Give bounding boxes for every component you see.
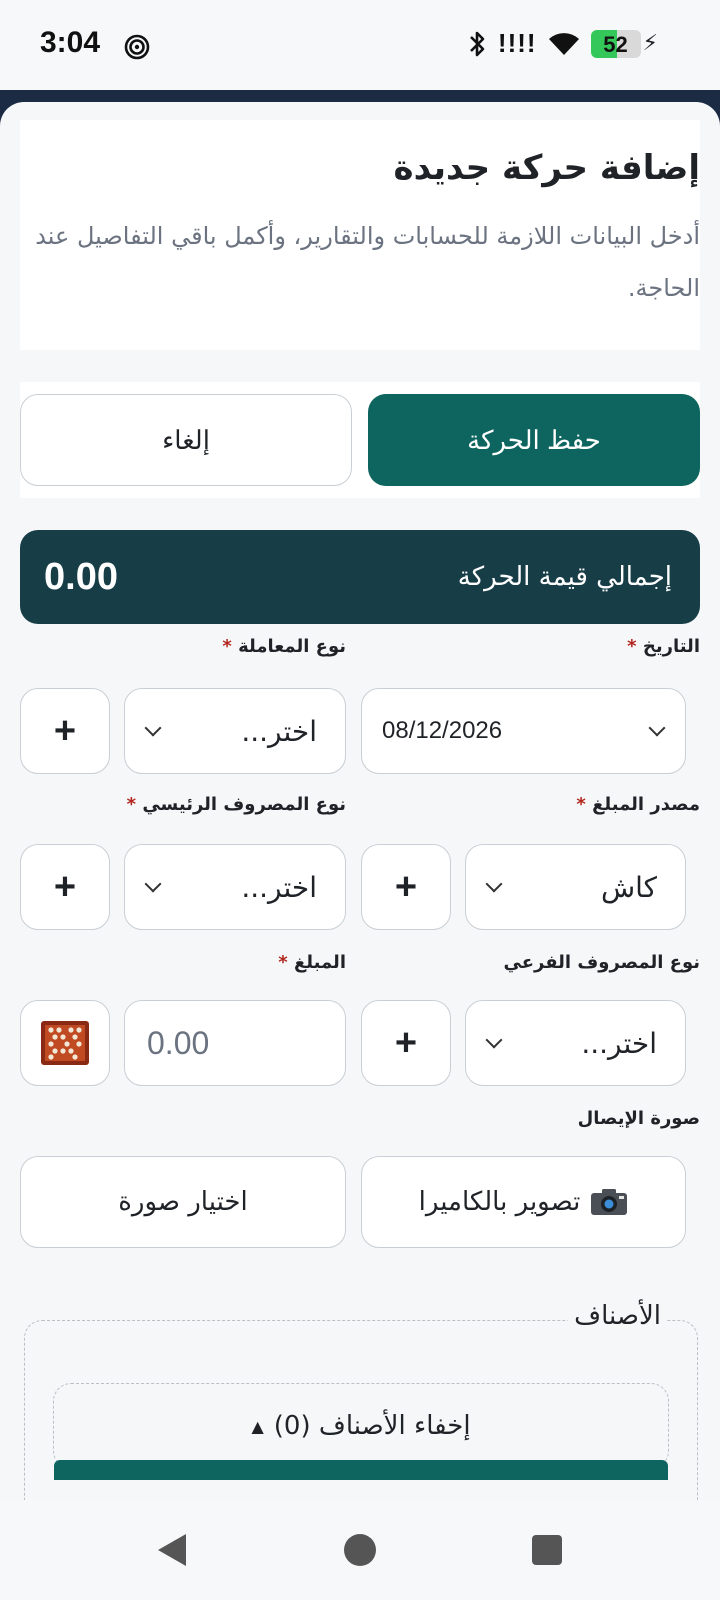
transaction-type-value: اختر... bbox=[241, 714, 317, 748]
total-label: إجمالي قيمة الحركة bbox=[457, 562, 672, 592]
receipt-label: صورة الإيصال bbox=[577, 1108, 700, 1129]
add-main-expense-type-button[interactable]: + bbox=[20, 844, 110, 930]
chevron-down-icon bbox=[485, 1031, 503, 1049]
date-field[interactable]: 08/12/2026 bbox=[361, 688, 686, 774]
amount-source-select[interactable]: كاش bbox=[465, 844, 686, 930]
amount-placeholder: 0.00 bbox=[147, 1024, 210, 1061]
date-value: 08/12/2026 bbox=[382, 717, 503, 744]
main-expense-type-label: نوع المصروف الرئيسي * bbox=[126, 794, 346, 815]
signal-indicator: !!!! bbox=[497, 28, 537, 58]
total-card: 0.00 إجمالي قيمة الحركة bbox=[20, 530, 700, 624]
recents-icon[interactable] bbox=[532, 1535, 562, 1565]
header-card: إضافة حركة جديدة أدخل البيانات اللازمة ل… bbox=[20, 120, 700, 350]
battery-text: 52 bbox=[603, 31, 628, 57]
main-expense-type-select[interactable]: اختر... bbox=[124, 844, 346, 930]
page-subtitle: أدخل البيانات اللازمة للحسابات والتقارير… bbox=[35, 222, 700, 302]
spiral-icon bbox=[124, 34, 150, 60]
home-icon[interactable] bbox=[344, 1534, 376, 1566]
cancel-button[interactable]: إلغاء bbox=[20, 394, 352, 486]
sub-expense-type-label: نوع المصروف الفرعي bbox=[503, 952, 701, 973]
page-title: إضافة حركة جديدة bbox=[393, 148, 701, 188]
add-item-button[interactable] bbox=[54, 1460, 668, 1480]
chevron-up-icon: ▲ bbox=[251, 1416, 264, 1436]
sub-expense-type-select[interactable]: اختر... bbox=[465, 1000, 686, 1086]
total-amount: 0.00 bbox=[44, 555, 118, 598]
toggle-items-button[interactable]: إخفاء الأصناف (0) ▲ bbox=[53, 1383, 669, 1469]
chevron-down-icon bbox=[144, 719, 162, 737]
transaction-type-select[interactable]: اختر... bbox=[124, 688, 346, 774]
sub-expense-type-value: اختر... bbox=[581, 1026, 657, 1060]
calculator-button[interactable] bbox=[20, 1000, 110, 1086]
add-transaction-sheet: إضافة حركة جديدة أدخل البيانات اللازمة ل… bbox=[0, 102, 720, 1502]
add-sub-expense-type-button[interactable]: + bbox=[361, 1000, 451, 1086]
add-transaction-type-button[interactable]: + bbox=[20, 688, 110, 774]
camera-capture-label: تصوير بالكاميرا bbox=[418, 1187, 581, 1217]
action-bar: حفظ الحركة إلغاء bbox=[20, 382, 700, 498]
add-amount-source-button[interactable]: + bbox=[361, 844, 451, 930]
bluetooth-icon bbox=[469, 31, 485, 56]
transaction-type-label: نوع المعاملة * bbox=[222, 636, 346, 657]
amount-input[interactable]: 0.00 bbox=[124, 1000, 346, 1086]
pick-image-button[interactable]: اختيار صورة bbox=[20, 1156, 346, 1248]
wifi-icon bbox=[548, 32, 579, 55]
system-nav-bar bbox=[0, 1500, 720, 1600]
chevron-down-icon bbox=[144, 875, 162, 893]
amount-label: المبلغ * bbox=[278, 952, 346, 973]
chevron-down-icon bbox=[648, 719, 666, 737]
amount-source-label: مصدر المبلغ * bbox=[576, 794, 700, 815]
charging-icon: ⚡ bbox=[642, 31, 658, 56]
battery-indicator: 52 ⚡ bbox=[590, 29, 658, 58]
camera-icon bbox=[591, 1189, 628, 1215]
abacus-icon bbox=[41, 1021, 89, 1065]
date-label: التاريخ * bbox=[627, 636, 700, 657]
toggle-items-label: إخفاء الأصناف (0) bbox=[273, 1411, 471, 1441]
items-legend: الأصناف bbox=[568, 1301, 667, 1331]
back-icon[interactable] bbox=[158, 1534, 186, 1566]
camera-capture-button[interactable]: تصوير بالكاميرا bbox=[361, 1156, 686, 1248]
amount-source-value: كاش bbox=[600, 870, 657, 904]
status-bar: 3:04 !!!! 52 ⚡ bbox=[0, 0, 720, 90]
save-transaction-button[interactable]: حفظ الحركة bbox=[368, 394, 700, 486]
status-time: 3:04 bbox=[40, 26, 101, 59]
main-expense-type-value: اختر... bbox=[241, 870, 317, 904]
chevron-down-icon bbox=[485, 875, 503, 893]
